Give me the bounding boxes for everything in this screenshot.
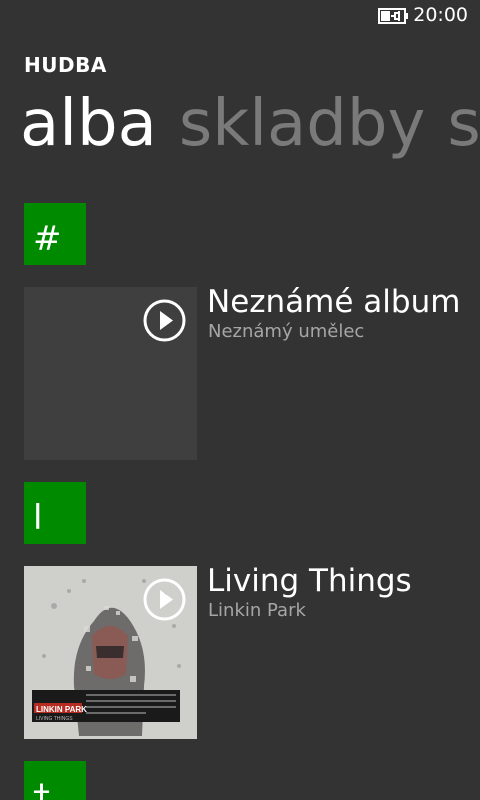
group-letter: # — [33, 219, 62, 259]
pivot-item-next[interactable]: se — [447, 82, 480, 166]
play-icon[interactable] — [143, 578, 186, 621]
album-art-placeholder — [24, 287, 197, 460]
play-icon[interactable] — [143, 299, 186, 342]
album-artist: Linkin Park — [208, 600, 306, 621]
group-header-hash[interactable]: # — [24, 203, 86, 265]
cover-album-text: LIVING THINGS — [36, 716, 73, 722]
group-header-t[interactable]: † — [24, 761, 86, 800]
pivot-item-alba[interactable]: alba — [20, 82, 157, 166]
clock: 20:00 — [413, 4, 468, 26]
battery-charging-icon — [378, 8, 408, 24]
cover-band-text: LINKIN PARK — [36, 705, 87, 714]
music-app-screen: 20:00 HUDBA alba skladbyse # Neznámé albu… — [0, 0, 480, 800]
pivot-header: alba skladbyse — [20, 82, 480, 166]
app-title: HUDBA — [24, 53, 107, 77]
album-item-living-things[interactable]: LINKIN PARK LIVING THINGS Living Things … — [24, 563, 480, 739]
album-item-unknown[interactable]: Neznámé album Neznámý umělec — [24, 284, 480, 460]
pivot-item-skladby[interactable]: skladby — [179, 82, 426, 166]
group-letter: † — [33, 777, 50, 800]
album-title: Neznámé album — [207, 284, 461, 320]
status-bar: 20:00 — [0, 0, 480, 32]
album-artist: Neznámý umělec — [208, 321, 365, 342]
group-header-l[interactable]: l — [24, 482, 86, 544]
group-letter: l — [33, 498, 43, 538]
album-cover-living-things: LINKIN PARK LIVING THINGS — [24, 566, 197, 739]
album-title: Living Things — [207, 563, 412, 599]
